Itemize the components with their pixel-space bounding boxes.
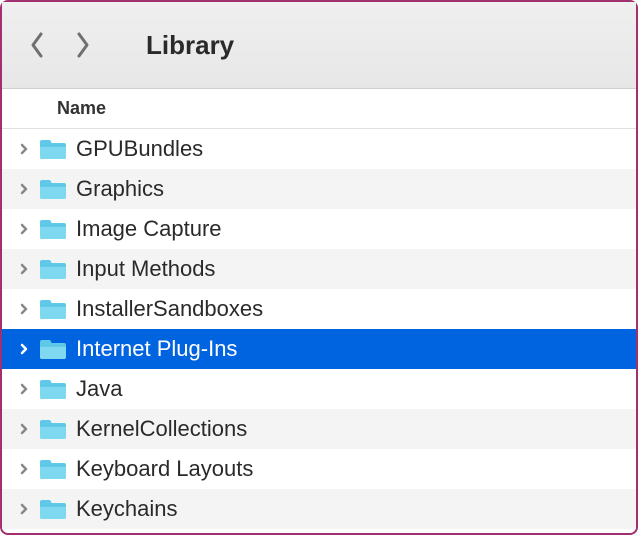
item-name: Graphics [76,176,164,202]
folder-icon [38,297,68,321]
folder-icon [38,257,68,281]
list-row[interactable]: GPUBundles [2,129,636,169]
item-name: Java [76,376,122,402]
list-row[interactable]: Input Methods [2,249,636,289]
column-header-row: Name [2,89,636,129]
column-header-name[interactable]: Name [57,98,106,119]
item-name: KernelCollections [76,416,247,442]
item-name: InstallerSandboxes [76,296,263,322]
toolbar: Library [2,2,636,89]
disclosure-chevron-icon[interactable] [16,261,32,277]
folder-icon [38,177,68,201]
disclosure-chevron-icon[interactable] [16,381,32,397]
disclosure-chevron-icon[interactable] [16,221,32,237]
list-row[interactable]: Internet Plug-Ins [2,329,636,369]
list-row[interactable]: Image Capture [2,209,636,249]
folder-icon [38,497,68,521]
disclosure-chevron-icon[interactable] [16,341,32,357]
item-name: Keychains [76,496,178,522]
folder-icon [38,217,68,241]
file-list: GPUBundles Graphics Image Capture Input … [2,129,636,529]
list-row[interactable]: Keychains [2,489,636,529]
list-row[interactable]: KernelCollections [2,409,636,449]
list-row[interactable]: Keyboard Layouts [2,449,636,489]
disclosure-chevron-icon[interactable] [16,501,32,517]
folder-icon [38,137,68,161]
item-name: Input Methods [76,256,215,282]
folder-icon [38,377,68,401]
back-button[interactable] [22,25,54,65]
disclosure-chevron-icon[interactable] [16,421,32,437]
folder-icon [38,337,68,361]
list-row[interactable]: Java [2,369,636,409]
folder-icon [38,457,68,481]
list-row[interactable]: Graphics [2,169,636,209]
item-name: Image Capture [76,216,222,242]
disclosure-chevron-icon[interactable] [16,181,32,197]
list-row[interactable]: InstallerSandboxes [2,289,636,329]
disclosure-chevron-icon[interactable] [16,301,32,317]
disclosure-chevron-icon[interactable] [16,461,32,477]
item-name: Internet Plug-Ins [76,336,237,362]
item-name: Keyboard Layouts [76,456,253,482]
item-name: GPUBundles [76,136,203,162]
folder-icon [38,417,68,441]
window-title: Library [146,30,234,61]
forward-button[interactable] [66,25,98,65]
disclosure-chevron-icon[interactable] [16,141,32,157]
